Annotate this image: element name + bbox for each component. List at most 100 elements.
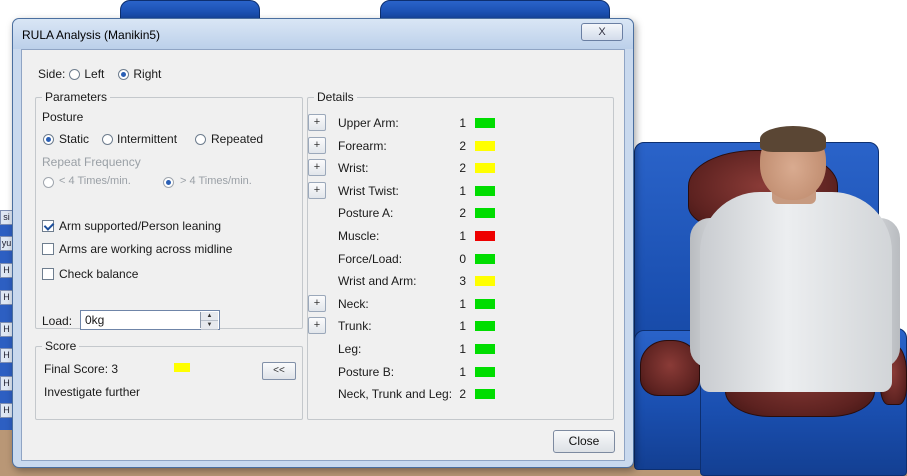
side-left-label[interactable]: Left: [84, 67, 104, 81]
detail-row: Muscle: 1: [308, 225, 508, 246]
detail-color-swatch: [475, 231, 495, 241]
detail-row: + Upper Arm: 1: [308, 112, 508, 133]
detail-row: Neck, Trunk and Leg: 2: [308, 383, 508, 404]
dialog-title: RULA Analysis (Manikin5): [22, 28, 161, 42]
detail-name: Force/Load:: [338, 251, 403, 266]
detail-color-swatch: [475, 118, 495, 128]
detail-score: 2: [459, 206, 466, 221]
detail-name: Leg:: [338, 342, 362, 356]
load-input[interactable]: 0kg: [80, 310, 220, 330]
repeat-gt4-radio[interactable]: [163, 177, 174, 188]
side-selector: Side: Left Right: [38, 67, 161, 81]
detail-color-swatch: [475, 298, 495, 309]
detail-row: Posture A: 2: [308, 202, 508, 223]
detail-name: Neck, Trunk and Leg:: [338, 387, 453, 402]
detail-color-swatch: [475, 389, 495, 400]
arms-midline-label[interactable]: Arms are working across midline: [59, 242, 232, 256]
detail-name: Forearm:: [338, 138, 387, 153]
final-score-label: Final Score: 3: [44, 362, 119, 376]
posture-static-radio[interactable]: [43, 134, 54, 145]
expand-icon[interactable]: +: [308, 159, 326, 177]
arms-midline-checkbox[interactable]: [42, 243, 54, 255]
detail-score: 1: [459, 183, 466, 198]
side-right-radio[interactable]: [118, 68, 130, 80]
detail-color-swatch: [475, 185, 495, 196]
check-balance-label[interactable]: Check balance: [59, 267, 138, 281]
spinner-down-icon[interactable]: ▼: [201, 321, 218, 330]
repeat-frequency-label: Repeat Frequency: [42, 155, 141, 169]
detail-name: Neck:: [338, 296, 369, 311]
details-group-title: Details: [314, 90, 357, 104]
manikin-hair: [760, 126, 826, 152]
detail-score: 1: [459, 116, 466, 130]
detail-color-swatch: [475, 208, 495, 219]
check-balance-checkbox[interactable]: [42, 268, 54, 280]
repeat-lt4-label[interactable]: < 4 Times/min.: [59, 175, 131, 187]
title-bar[interactable]: RULA Analysis (Manikin5) X: [13, 19, 633, 49]
detail-color-swatch: [475, 344, 495, 354]
posture-intermittent-radio[interactable]: [102, 134, 113, 145]
parameters-group-title: Parameters: [42, 90, 111, 104]
expand-icon[interactable]: +: [308, 294, 326, 312]
side-left-radio[interactable]: [69, 68, 81, 80]
detail-name: Posture B:: [338, 364, 395, 379]
side-right-label[interactable]: Right: [133, 67, 161, 81]
detail-name: Posture A:: [338, 206, 394, 221]
detail-row: + Wrist: 2: [308, 157, 508, 178]
detail-score: 3: [459, 274, 466, 289]
detail-name: Muscle:: [338, 229, 380, 243]
detail-score: 0: [459, 251, 466, 266]
repeat-gt4-label[interactable]: > 4 Times/min.: [180, 175, 252, 187]
detail-color-swatch: [475, 321, 495, 332]
manikin-torso: [700, 192, 892, 392]
score-group-title: Score: [42, 339, 80, 353]
expand-icon[interactable]: +: [308, 181, 326, 199]
final-score-color-swatch: [174, 363, 190, 372]
repeat-lt4-radio[interactable]: [43, 177, 54, 188]
score-group: Score: [35, 339, 303, 420]
detail-name: Wrist and Arm:: [338, 274, 417, 289]
expand-icon[interactable]: +: [308, 136, 326, 154]
arm-supported-checkbox[interactable]: [42, 220, 54, 232]
spinner-up-icon[interactable]: ▲: [201, 312, 218, 321]
posture-repeated-radio[interactable]: [195, 134, 206, 145]
detail-row: Leg: 1: [308, 338, 508, 359]
detail-row: Posture B: 1: [308, 361, 508, 382]
manikin-figure: [690, 126, 900, 428]
detail-score: 1: [459, 229, 466, 243]
detail-row: + Wrist Twist: 1: [308, 180, 508, 201]
expand-icon[interactable]: +: [308, 317, 326, 335]
detail-name: Trunk:: [338, 319, 372, 334]
detail-score: 1: [459, 296, 466, 311]
collapse-details-button[interactable]: <<: [262, 362, 296, 380]
detail-score: 2: [459, 138, 466, 153]
detail-score: 1: [459, 364, 466, 379]
posture-label: Posture: [42, 110, 84, 124]
close-icon[interactable]: X: [581, 23, 623, 41]
arm-supported-label[interactable]: Arm supported/Person leaning: [59, 219, 221, 233]
posture-static-label[interactable]: Static: [59, 132, 89, 146]
detail-color-swatch: [475, 163, 495, 174]
detail-name: Wrist:: [338, 161, 369, 176]
close-button[interactable]: Close: [553, 430, 615, 453]
side-label: Side:: [38, 67, 66, 81]
detail-name: Upper Arm:: [338, 116, 399, 130]
load-label: Load:: [42, 314, 73, 328]
detail-color-swatch: [475, 276, 495, 287]
score-message: Investigate further: [44, 385, 141, 399]
posture-repeated-label[interactable]: Repeated: [211, 132, 263, 146]
expand-icon[interactable]: +: [308, 114, 326, 131]
detail-row: + Trunk: 1: [308, 315, 508, 336]
load-spinner[interactable]: ▲ ▼: [200, 312, 218, 330]
detail-row: + Forearm: 2: [308, 135, 508, 156]
detail-score: 2: [459, 161, 466, 176]
detail-row: + Neck: 1: [308, 293, 508, 314]
detail-name: Wrist Twist:: [338, 183, 399, 198]
detail-color-swatch: [475, 366, 495, 377]
detail-color-swatch: [475, 140, 495, 151]
detail-row: Force/Load: 0: [308, 248, 508, 269]
detail-score: 1: [459, 342, 466, 356]
detail-row: Wrist and Arm: 3: [308, 270, 508, 291]
detail-color-swatch: [475, 253, 495, 264]
posture-intermittent-label[interactable]: Intermittent: [117, 132, 177, 146]
